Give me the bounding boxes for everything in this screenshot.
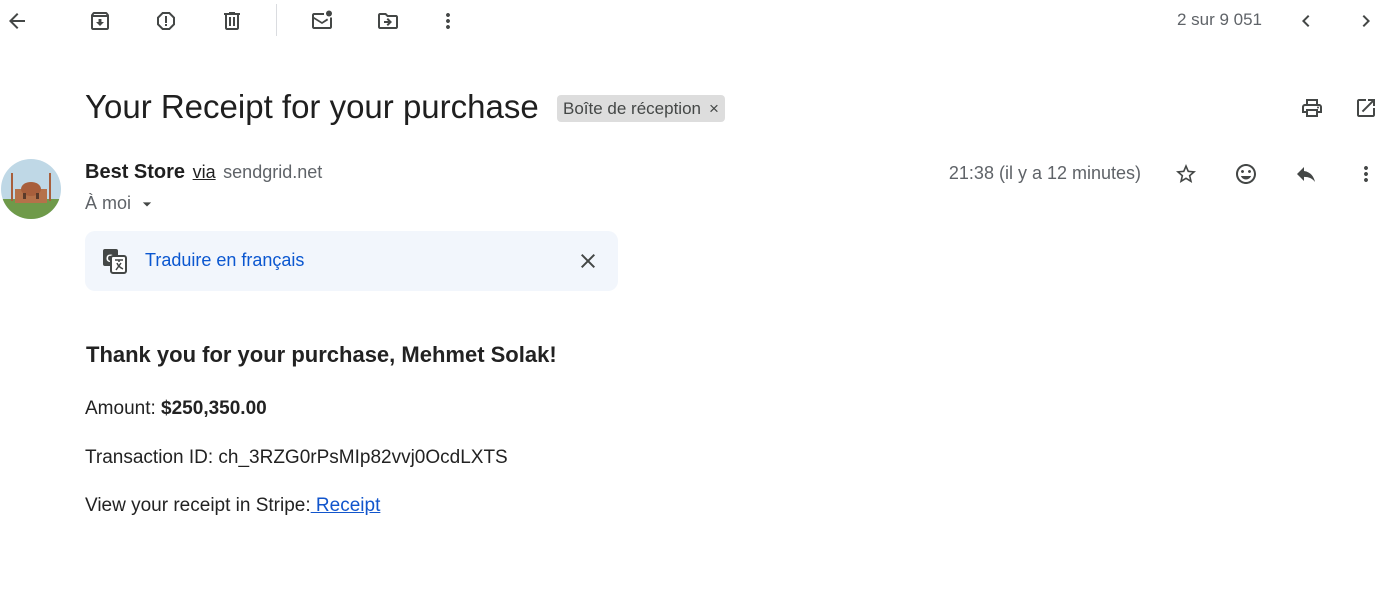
amount-label: Amount: bbox=[85, 398, 162, 419]
add-reaction-button[interactable] bbox=[1234, 162, 1258, 186]
toolbar-divider bbox=[276, 4, 277, 36]
amount-line: Amount: $250,350.00 bbox=[85, 398, 267, 420]
email-subject: Your Receipt for your purchase bbox=[85, 88, 539, 125]
arrow-back-icon bbox=[9, 13, 25, 29]
translate-banner: G Traduire en français bbox=[85, 231, 618, 291]
transaction-line: Transaction ID: ch_3RZG0rPsMIp82vvj0OcdL… bbox=[85, 447, 508, 468]
recipient-details-toggle[interactable]: À moi bbox=[85, 193, 157, 214]
body-heading: Thank you for your purchase, Mehmet Sola… bbox=[86, 342, 557, 367]
close-icon bbox=[581, 254, 595, 268]
back-button[interactable] bbox=[5, 9, 29, 33]
star-button[interactable] bbox=[1174, 162, 1198, 186]
chevron-left-icon bbox=[1302, 15, 1310, 27]
avatar-image bbox=[1, 159, 61, 219]
receipt-prefix: View your receipt in Stripe: bbox=[85, 495, 311, 516]
inbox-label-chip[interactable]: Boîte de réception × bbox=[557, 95, 725, 122]
close-translate-button[interactable] bbox=[576, 249, 600, 273]
message-counter: 2 sur 9 051 bbox=[1176, 10, 1262, 29]
receipt-line: View your receipt in Stripe: Receipt bbox=[85, 495, 380, 517]
reply-button[interactable] bbox=[1294, 162, 1318, 186]
mark-unread-icon bbox=[312, 10, 332, 29]
email-timestamp: 21:38 (il y a 12 minutes) bbox=[948, 163, 1141, 183]
via-link[interactable]: via bbox=[193, 162, 216, 182]
report-spam-icon bbox=[157, 12, 175, 30]
amount-value: $250,350.00 bbox=[161, 398, 267, 419]
more-actions-button[interactable] bbox=[436, 9, 460, 33]
caret-down-icon bbox=[142, 201, 152, 206]
delete-button[interactable] bbox=[220, 9, 244, 33]
recipient-text: À moi bbox=[85, 193, 132, 213]
translate-icon: G bbox=[103, 249, 127, 274]
emoji-icon bbox=[1236, 164, 1256, 184]
move-to-icon bbox=[378, 13, 398, 29]
next-message-button[interactable] bbox=[1354, 9, 1378, 33]
sender-avatar[interactable] bbox=[1, 159, 61, 219]
star-icon bbox=[1176, 164, 1196, 183]
mark-unread-button[interactable] bbox=[310, 9, 334, 33]
trash-icon bbox=[224, 12, 240, 30]
archive-icon bbox=[91, 12, 109, 30]
receipt-link[interactable]: Receipt bbox=[311, 495, 380, 516]
print-button[interactable] bbox=[1300, 96, 1324, 120]
archive-button[interactable] bbox=[88, 9, 112, 33]
sender-name[interactable]: Best Store bbox=[85, 161, 185, 183]
sender-line: Best Store via sendgrid.net bbox=[85, 161, 322, 184]
remove-label-button[interactable]: × bbox=[709, 100, 719, 117]
message-more-button[interactable] bbox=[1354, 162, 1378, 186]
more-vert-icon bbox=[446, 13, 450, 29]
report-spam-button[interactable] bbox=[154, 9, 178, 33]
translate-link[interactable]: Traduire en français bbox=[145, 250, 304, 271]
print-icon bbox=[1302, 99, 1322, 117]
open-in-new-icon bbox=[1357, 99, 1375, 117]
chevron-right-icon bbox=[1362, 15, 1370, 27]
reply-icon bbox=[1297, 167, 1315, 182]
more-vert-icon bbox=[1364, 166, 1368, 182]
previous-message-button[interactable] bbox=[1294, 9, 1318, 33]
open-new-window-button[interactable] bbox=[1354, 96, 1378, 120]
label-text: Boîte de réception bbox=[563, 98, 701, 118]
move-to-button[interactable] bbox=[376, 9, 400, 33]
sender-domain: sendgrid.net bbox=[223, 162, 323, 182]
